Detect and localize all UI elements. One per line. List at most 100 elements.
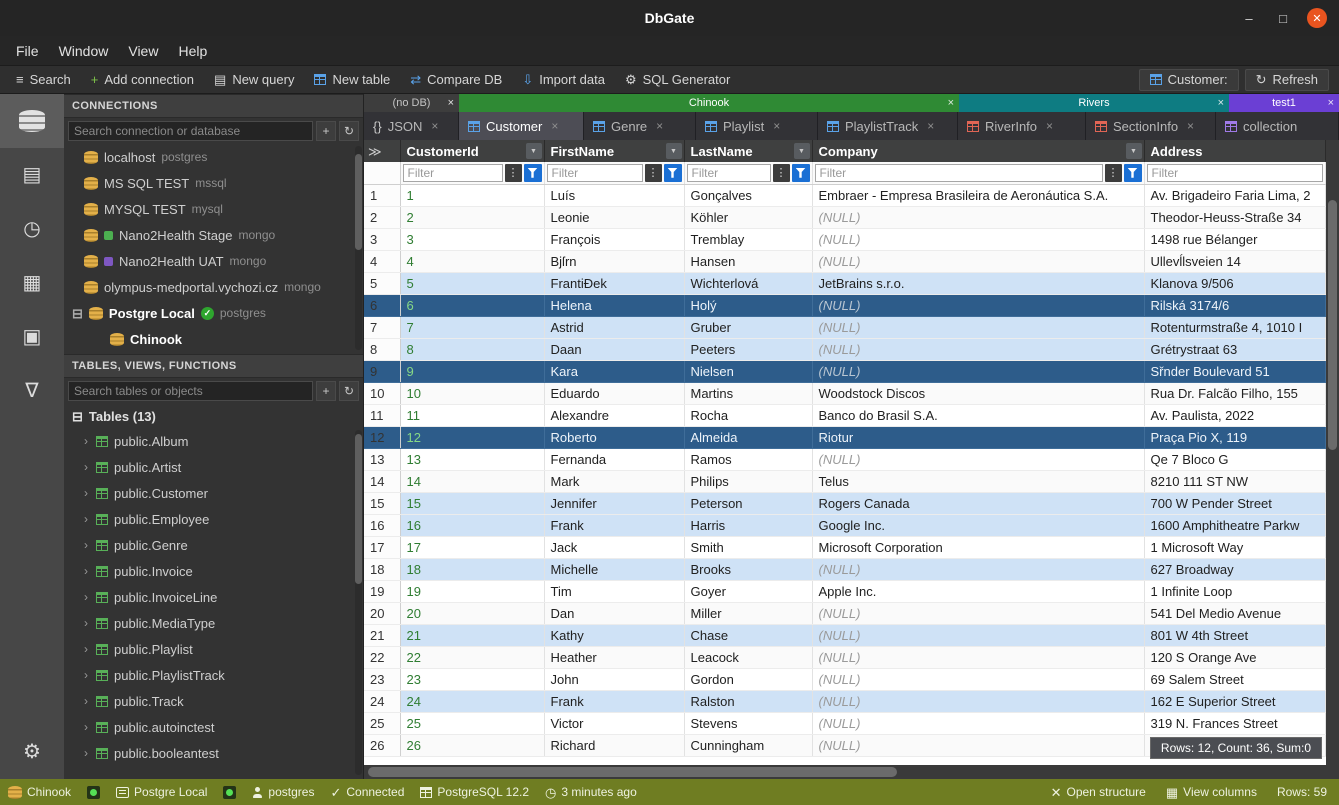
cell[interactable]: (NULL): [812, 624, 1144, 646]
table-item-public-genre[interactable]: ›public.Genre: [64, 532, 363, 558]
table-item-public-playlist[interactable]: ›public.Playlist: [64, 636, 363, 662]
cell[interactable]: 21: [400, 624, 544, 646]
cell[interactable]: Rua Dr. Falcão Filho, 155: [1144, 382, 1325, 404]
close-icon[interactable]: ×: [551, 119, 558, 133]
cell[interactable]: 19: [400, 580, 544, 602]
filter-input-firstname[interactable]: [547, 164, 643, 182]
cell[interactable]: 162 E Superior Street: [1144, 690, 1325, 712]
row-number[interactable]: 25: [364, 712, 400, 734]
cell[interactable]: Goyer: [684, 580, 812, 602]
tab-customer[interactable]: Customer×: [459, 112, 584, 140]
status-postgres[interactable]: postgres: [252, 785, 314, 799]
row-number[interactable]: 12: [364, 426, 400, 448]
iconbar-settings[interactable]: ⚙: [0, 725, 64, 779]
cell[interactable]: 16: [400, 514, 544, 536]
row-number[interactable]: 17: [364, 536, 400, 558]
cell[interactable]: 17: [400, 536, 544, 558]
close-icon[interactable]: ×: [1187, 119, 1194, 133]
grid-vertical-scrollbar[interactable]: [1326, 140, 1339, 765]
row-number[interactable]: 9: [364, 360, 400, 382]
table-item-public-invoiceline[interactable]: ›public.InvoiceLine: [64, 584, 363, 610]
status-postgresql-12-2[interactable]: PostgreSQL 12.2: [420, 785, 529, 799]
cell[interactable]: Klanova 9/506: [1144, 272, 1325, 294]
iconbar-cell-data[interactable]: ∇: [0, 364, 64, 418]
cell[interactable]: Av. Paulista, 2022: [1144, 404, 1325, 426]
close-icon[interactable]: ×: [431, 119, 438, 133]
cell[interactable]: Helena: [544, 294, 684, 316]
cell[interactable]: (NULL): [812, 558, 1144, 580]
connections-scrollbar[interactable]: [355, 146, 362, 350]
cell[interactable]: 4: [400, 250, 544, 272]
connections-search-input[interactable]: [68, 121, 313, 141]
cell[interactable]: Philips: [684, 470, 812, 492]
cell[interactable]: Leonie: [544, 206, 684, 228]
connection-item-nano2health-uat[interactable]: Nano2Health UATmongo: [64, 248, 363, 274]
cell[interactable]: (NULL): [812, 602, 1144, 624]
cell[interactable]: Mark: [544, 470, 684, 492]
cell[interactable]: 6: [400, 294, 544, 316]
tab-sectioninfo[interactable]: SectionInfo×: [1086, 112, 1216, 140]
filter-menu-button[interactable]: ⋮: [645, 164, 662, 182]
tab-genre[interactable]: Genre×: [584, 112, 696, 140]
row-number[interactable]: 8: [364, 338, 400, 360]
db-group-test1[interactable]: test1×: [1229, 94, 1339, 112]
cell[interactable]: 319 N. Frances Street: [1144, 712, 1325, 734]
cell[interactable]: (NULL): [812, 712, 1144, 734]
connection-item-postgre-local[interactable]: ⊟Postgre Local✓postgres: [64, 300, 363, 326]
cell[interactable]: Microsoft Corporation: [812, 536, 1144, 558]
table-item-public-employee[interactable]: ›public.Employee: [64, 506, 363, 532]
cell[interactable]: Banco do Brasil S.A.: [812, 404, 1144, 426]
filter-input-company[interactable]: [815, 164, 1103, 182]
cell[interactable]: (NULL): [812, 448, 1144, 470]
row-number[interactable]: 14: [364, 470, 400, 492]
cell[interactable]: 20: [400, 602, 544, 624]
cell[interactable]: 627 Broadway: [1144, 558, 1325, 580]
row-number[interactable]: 18: [364, 558, 400, 580]
filter-input-customerid[interactable]: [403, 164, 503, 182]
cell[interactable]: Bjſrn: [544, 250, 684, 272]
status-3-minutes-ago[interactable]: ◷3 minutes ago: [545, 785, 637, 799]
cell[interactable]: 12: [400, 426, 544, 448]
cell[interactable]: FrantiĐek: [544, 272, 684, 294]
menu-help[interactable]: Help: [168, 36, 217, 65]
cell[interactable]: Miller: [684, 602, 812, 624]
connection-item-olympus-medportal-vychozi-cz[interactable]: olympus-medportal.vychozi.czmongo: [64, 274, 363, 300]
cell[interactable]: 15: [400, 492, 544, 514]
cell[interactable]: Apple Inc.: [812, 580, 1144, 602]
cell[interactable]: Holý: [684, 294, 812, 316]
row-number[interactable]: 10: [364, 382, 400, 404]
cell[interactable]: 541 Del Medio Avenue: [1144, 602, 1325, 624]
close-icon[interactable]: ×: [948, 97, 954, 109]
column-header-lastname[interactable]: LastName▼: [684, 140, 812, 162]
column-header-company[interactable]: Company▼: [812, 140, 1144, 162]
cell[interactable]: Fernanda: [544, 448, 684, 470]
filter-input-lastname[interactable]: [687, 164, 771, 182]
cell[interactable]: Peeters: [684, 338, 812, 360]
cell[interactable]: Kara: [544, 360, 684, 382]
cell[interactable]: 801 W 4th Street: [1144, 624, 1325, 646]
cell[interactable]: 120 S Orange Ave: [1144, 646, 1325, 668]
cell[interactable]: Av. Brigadeiro Faria Lima, 2: [1144, 184, 1325, 206]
cell[interactable]: (NULL): [812, 316, 1144, 338]
cell[interactable]: Woodstock Discos: [812, 382, 1144, 404]
cell[interactable]: 700 W Pender Street: [1144, 492, 1325, 514]
cell[interactable]: 9: [400, 360, 544, 382]
close-button[interactable]: ✕: [1307, 8, 1327, 28]
cell[interactable]: 1 Infinite Loop: [1144, 580, 1325, 602]
chevron-down-icon[interactable]: ▼: [666, 143, 682, 159]
minimize-button[interactable]: –: [1239, 8, 1259, 28]
cell[interactable]: Hansen: [684, 250, 812, 272]
cell[interactable]: 8210 111 ST NW: [1144, 470, 1325, 492]
cell[interactable]: Richard: [544, 734, 684, 756]
cell[interactable]: Eduardo: [544, 382, 684, 404]
row-number[interactable]: 15: [364, 492, 400, 514]
cell[interactable]: (NULL): [812, 360, 1144, 382]
tables-scrollbar[interactable]: [355, 430, 362, 775]
add-table-button[interactable]: +: [316, 381, 336, 401]
cell[interactable]: Rilská 3174/6: [1144, 294, 1325, 316]
cell[interactable]: 13: [400, 448, 544, 470]
tab-playlist[interactable]: Playlist×: [696, 112, 818, 140]
row-number[interactable]: 24: [364, 690, 400, 712]
status-chinook[interactable]: Chinook: [8, 785, 71, 799]
cell[interactable]: 69 Salem Street: [1144, 668, 1325, 690]
